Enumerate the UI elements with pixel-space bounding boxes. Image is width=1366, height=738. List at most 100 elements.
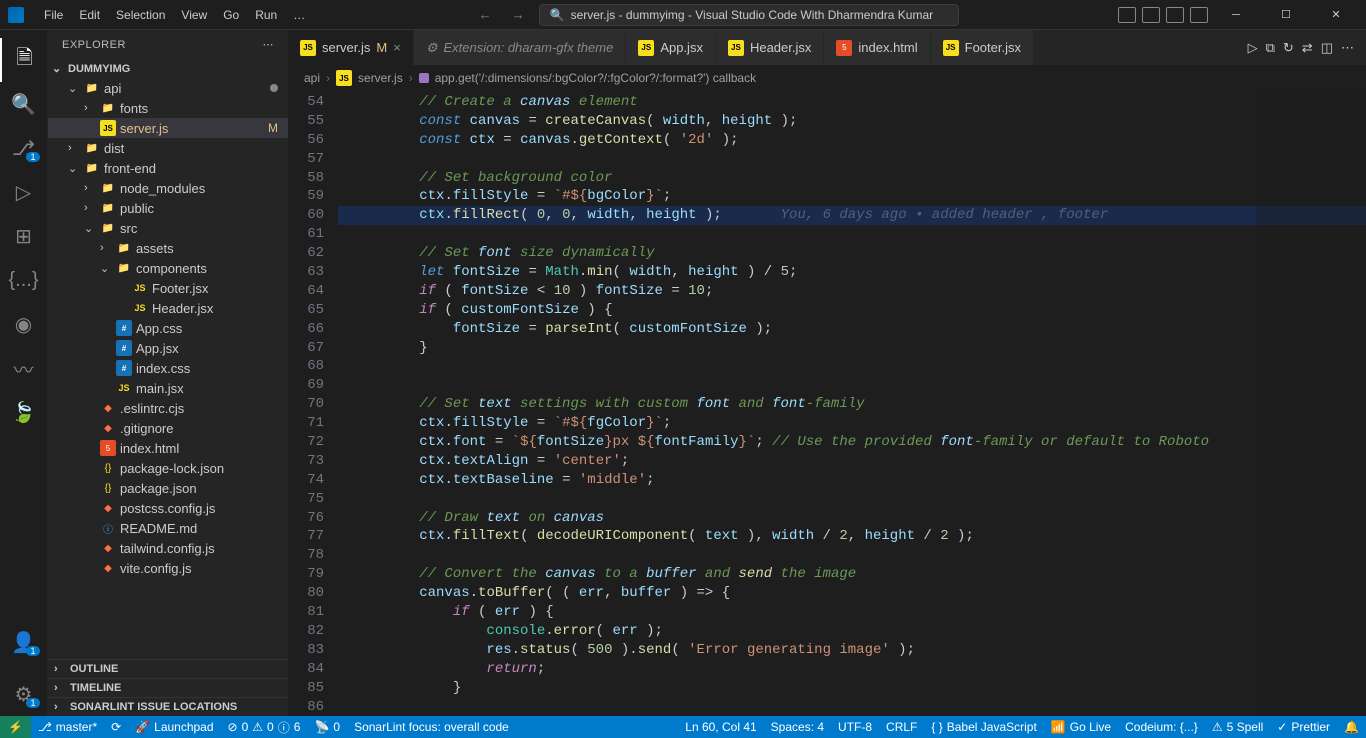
panel-outline[interactable]: ›OUTLINE — [48, 659, 288, 678]
code-line-72[interactable]: ctx.font = `${fontSize}px ${fontFamily}`… — [338, 433, 1366, 452]
menu-run[interactable]: Run — [247, 4, 285, 26]
source-control-activity[interactable]: ⎇1 — [0, 126, 48, 170]
remote-button[interactable]: ⚡ — [0, 716, 31, 738]
indentation[interactable]: Spaces: 4 — [764, 716, 831, 738]
tree-item-app-jsx[interactable]: #App.jsx — [48, 338, 288, 358]
tree-item-tailwind-config-js[interactable]: ◆tailwind.config.js — [48, 538, 288, 558]
minimize-button[interactable]: ─ — [1214, 0, 1258, 30]
code-line-67[interactable]: } — [338, 339, 1366, 358]
code-line-81[interactable]: if ( err ) { — [338, 603, 1366, 622]
code-line-57[interactable] — [338, 150, 1366, 169]
tree-item--gitignore[interactable]: ◆.gitignore — [48, 418, 288, 438]
menu-selection[interactable]: Selection — [108, 4, 173, 26]
panel-timeline[interactable]: ›TIMELINE — [48, 678, 288, 697]
code-line-82[interactable]: console.error( err ); — [338, 622, 1366, 641]
code-line-79[interactable]: // Convert the canvas to a buffer and se… — [338, 565, 1366, 584]
mongo-activity[interactable]: 🍃 — [0, 390, 48, 434]
sonarlint-status[interactable]: SonarLint focus: overall code — [347, 716, 516, 738]
code-line-60[interactable]: ctx.fillRect( 0, 0, width, height ); You… — [338, 206, 1366, 225]
manage-activity[interactable]: ⚙1 — [0, 672, 48, 716]
menu-view[interactable]: View — [173, 4, 215, 26]
more-icon[interactable]: ⋯ — [1341, 40, 1354, 56]
breadcrumb-segment[interactable]: server.js — [358, 71, 403, 85]
run-debug-activity[interactable]: ▷ — [0, 170, 48, 214]
language-mode[interactable]: { } Babel JavaScript — [924, 716, 1043, 738]
code-line-71[interactable]: ctx.fillStyle = `#${fgColor}`; — [338, 414, 1366, 433]
tab-app-jsx[interactable]: JSApp.jsx — [626, 30, 716, 65]
tab-header-jsx[interactable]: JSHeader.jsx — [716, 30, 824, 65]
tree-item-readme-md[interactable]: ⓘREADME.md — [48, 518, 288, 538]
breadcrumb-segment[interactable]: app.get('/:dimensions/:bgColor?/:fgColor… — [435, 71, 756, 85]
code-line-75[interactable] — [338, 490, 1366, 509]
code-line-84[interactable]: return; — [338, 660, 1366, 679]
code-line-54[interactable]: // Create a canvas element — [338, 93, 1366, 112]
nav-forward-icon[interactable]: → — [506, 5, 531, 24]
extensions-activity[interactable]: ⊞ — [0, 214, 48, 258]
tree-item-fonts[interactable]: ›📁fonts — [48, 98, 288, 118]
graph-activity[interactable]: 〰 — [0, 346, 48, 390]
more-icon[interactable]: ⋯ — [263, 38, 275, 51]
command-center[interactable]: 🔍 server.js - dummyimg - Visual Studio C… — [539, 4, 959, 26]
tab-extension-dharam-gfx-theme[interactable]: ⚙Extension: dharam-gfx theme — [414, 30, 626, 65]
code-line-63[interactable]: let fontSize = Math.min( width, height )… — [338, 263, 1366, 282]
customize-layout-icon[interactable] — [1190, 7, 1208, 23]
prettier-status[interactable]: ✓ Prettier — [1270, 716, 1337, 738]
toggle-secondary-sidebar-icon[interactable] — [1166, 7, 1184, 23]
tree-item-package-json[interactable]: {}package.json — [48, 478, 288, 498]
git-branch[interactable]: ⎇ master* — [31, 716, 104, 738]
panel-sonarlint-issue-locations[interactable]: ›SONARLINT ISSUE LOCATIONS — [48, 697, 288, 716]
folder-root[interactable]: ⌄ DUMMYIMG — [48, 59, 288, 78]
code-line-86[interactable] — [338, 698, 1366, 717]
tab-footer-jsx[interactable]: JSFooter.jsx — [931, 30, 1034, 65]
ports[interactable]: 📡 0 — [307, 716, 347, 738]
code-line-73[interactable]: ctx.textAlign = 'center'; — [338, 452, 1366, 471]
close-tab-icon[interactable]: × — [393, 40, 401, 55]
code-line-55[interactable]: const canvas = createCanvas( width, heig… — [338, 112, 1366, 131]
tab-server-js[interactable]: JSserver.jsM× — [288, 30, 414, 65]
code-line-85[interactable]: } — [338, 679, 1366, 698]
tree-item-public[interactable]: ›📁public — [48, 198, 288, 218]
code-line-65[interactable]: if ( customFontSize ) { — [338, 301, 1366, 320]
notifications-icon[interactable]: 🔔 — [1337, 716, 1366, 738]
close-button[interactable]: ✕ — [1314, 0, 1358, 30]
debug-icon[interactable]: ⧉ — [1266, 40, 1275, 56]
tree-item-vite-config-js[interactable]: ◆vite.config.js — [48, 558, 288, 578]
menu-go[interactable]: Go — [215, 4, 247, 26]
tree-item-postcss-config-js[interactable]: ◆postcss.config.js — [48, 498, 288, 518]
codeium-status[interactable]: Codeium: {...} — [1118, 716, 1205, 738]
code-line-59[interactable]: ctx.fillStyle = `#${bgColor}`; — [338, 187, 1366, 206]
nav-back-icon[interactable]: ← — [473, 5, 498, 24]
tree-item-front-end[interactable]: ⌄📁front-end — [48, 158, 288, 178]
code-line-74[interactable]: ctx.textBaseline = 'middle'; — [338, 471, 1366, 490]
tree-item-header-jsx[interactable]: JSHeader.jsx — [48, 298, 288, 318]
live-share-activity[interactable]: ◉ — [0, 302, 48, 346]
go-live[interactable]: 📶 Go Live — [1044, 716, 1118, 738]
spell-check[interactable]: ⚠ 5 Spell — [1205, 716, 1270, 738]
code-editor[interactable]: 5455565758596061626364656667686970717273… — [288, 91, 1366, 716]
code-line-76[interactable]: // Draw text on canvas — [338, 509, 1366, 528]
json-activity[interactable]: {...} — [0, 258, 48, 302]
cursor-position[interactable]: Ln 60, Col 41 — [678, 716, 763, 738]
launchpad[interactable]: 🚀 Launchpad — [128, 716, 220, 738]
tree-item-assets[interactable]: ›📁assets — [48, 238, 288, 258]
run-icon[interactable]: ▷ — [1248, 40, 1258, 56]
search-activity[interactable]: 🔍 — [0, 82, 48, 126]
menu-file[interactable]: File — [36, 4, 71, 26]
refresh-icon[interactable]: ↻ — [1283, 40, 1294, 56]
menu-…[interactable]: … — [285, 4, 313, 26]
tree-item--eslintrc-cjs[interactable]: ◆.eslintrc.cjs — [48, 398, 288, 418]
tree-item-src[interactable]: ⌄📁src — [48, 218, 288, 238]
code-line-77[interactable]: ctx.fillText( decodeURIComponent( text )… — [338, 527, 1366, 546]
tree-item-server-js[interactable]: JSserver.jsM — [48, 118, 288, 138]
tree-item-dist[interactable]: ›📁dist — [48, 138, 288, 158]
code-line-78[interactable] — [338, 546, 1366, 565]
tree-item-package-lock-json[interactable]: {}package-lock.json — [48, 458, 288, 478]
breadcrumb-segment[interactable]: api — [304, 71, 320, 85]
code-line-66[interactable]: fontSize = parseInt( customFontSize ); — [338, 320, 1366, 339]
tree-item-app-css[interactable]: #App.css — [48, 318, 288, 338]
eol[interactable]: CRLF — [879, 716, 924, 738]
tree-item-node_modules[interactable]: ›📁node_modules — [48, 178, 288, 198]
code-line-62[interactable]: // Set font size dynamically — [338, 244, 1366, 263]
menu-edit[interactable]: Edit — [71, 4, 108, 26]
code-line-83[interactable]: res.status( 500 ).send( 'Error generatin… — [338, 641, 1366, 660]
